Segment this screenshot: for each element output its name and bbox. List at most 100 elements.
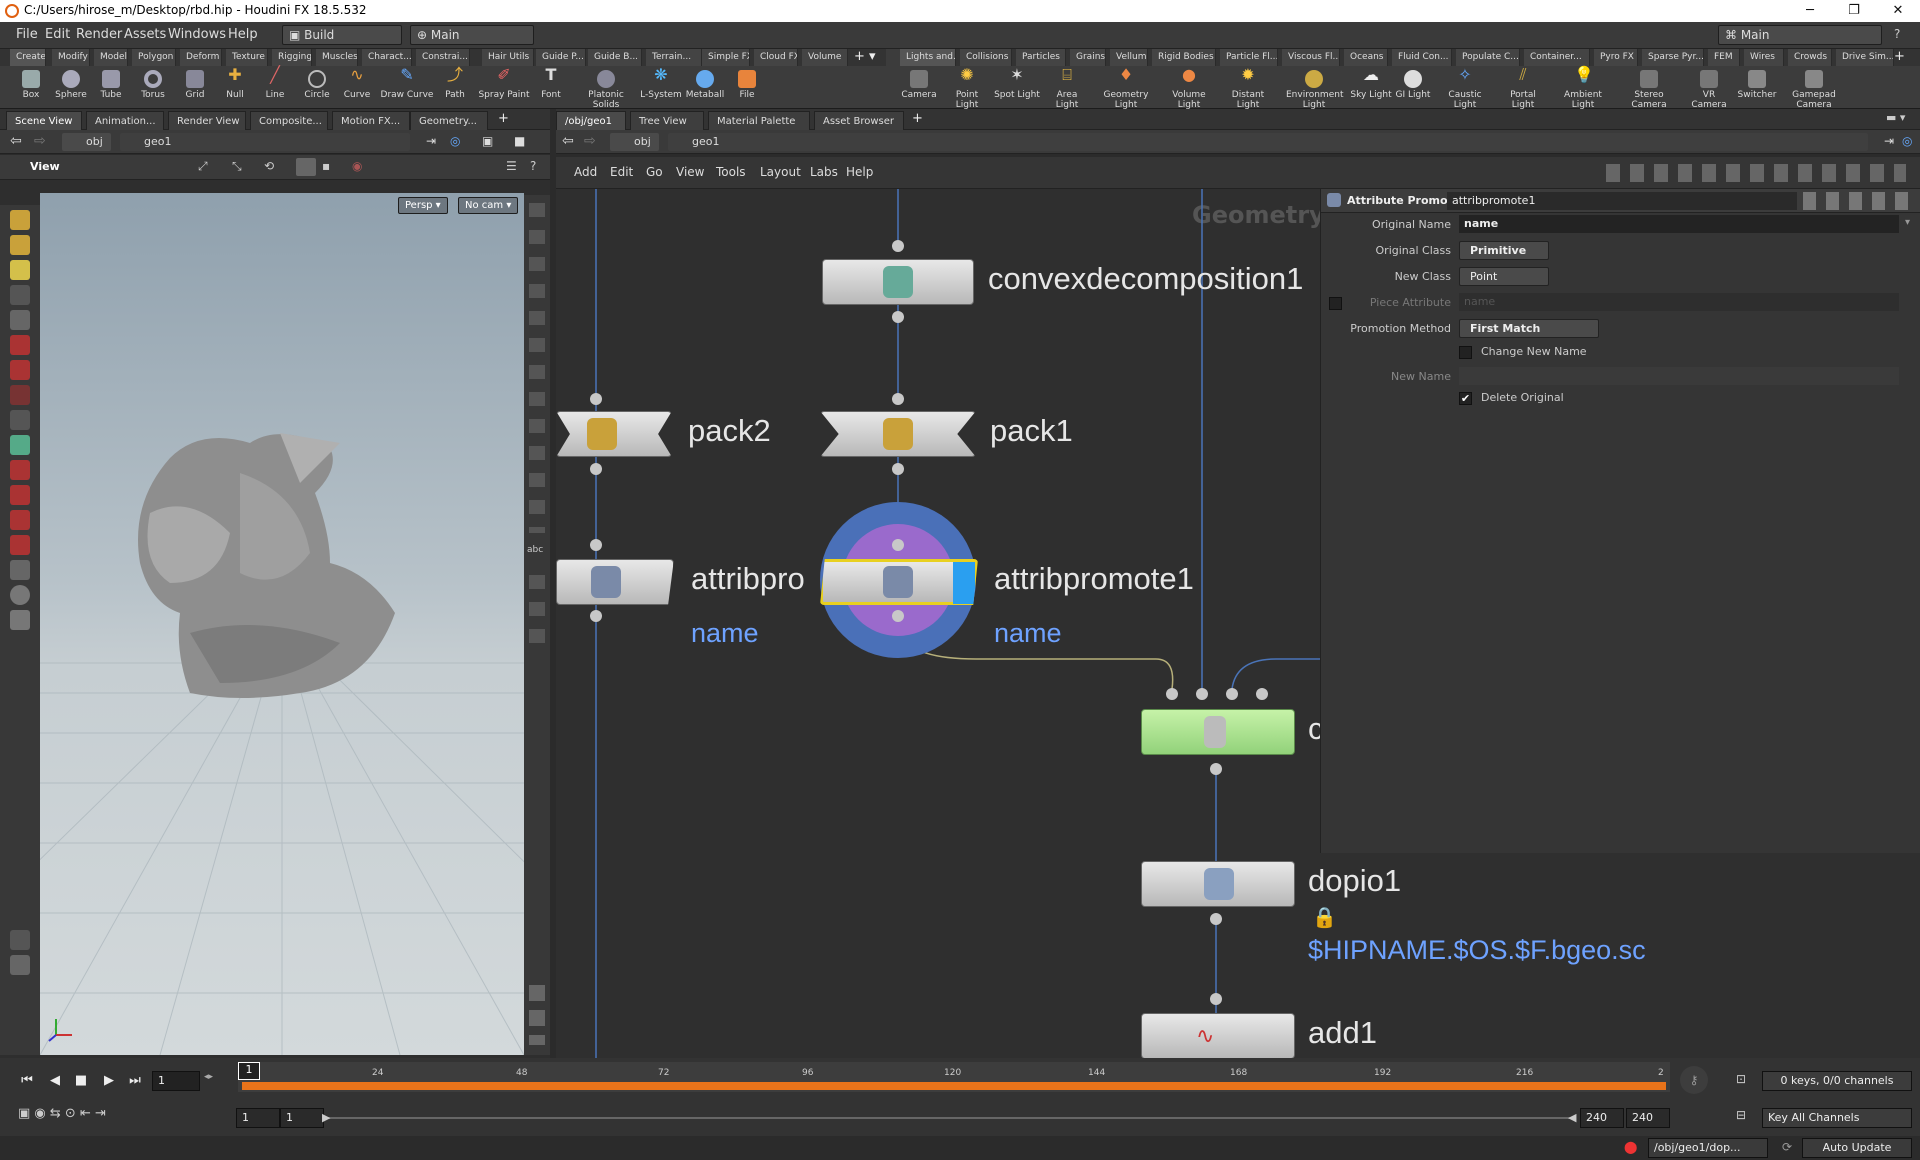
range-handle-right[interactable]: ◀: [1568, 1111, 1576, 1124]
pen-tool-icon[interactable]: [10, 930, 30, 950]
key-icon[interactable]: ⚷: [1680, 1066, 1708, 1094]
shelf-tab[interactable]: Particles: [1016, 49, 1066, 66]
shelf-tab[interactable]: Model: [94, 49, 128, 66]
shelf-tab[interactable]: Texture: [226, 49, 268, 66]
original-class-menu[interactable]: Primitive: [1459, 241, 1549, 260]
tab-asset-browser[interactable]: Asset Browser: [814, 111, 904, 130]
node-dopio1[interactable]: [1141, 861, 1295, 907]
add-shelf-icon[interactable]: +: [1894, 49, 1905, 64]
key-channels-icon[interactable]: ⊟: [1736, 1108, 1746, 1122]
pointer-tool-icon[interactable]: [10, 285, 30, 305]
node-dopnet[interactable]: [1141, 709, 1295, 755]
tool-torus[interactable]: Torus: [130, 68, 176, 108]
record-icon[interactable]: ◉: [352, 159, 362, 173]
menu-help[interactable]: Help: [228, 27, 258, 42]
shelf-tab[interactable]: Pyro FX: [1594, 49, 1638, 66]
shelf-tab[interactable]: Container...: [1524, 49, 1590, 66]
network-toolbar-icons[interactable]: [1606, 164, 1906, 182]
snap-tool-icon[interactable]: [10, 435, 30, 455]
maximize-pane-icon[interactable]: ■: [514, 134, 525, 148]
net-menu-layout[interactable]: Layout: [760, 165, 801, 179]
stop-button[interactable]: ■: [70, 1070, 92, 1092]
brain-tool-icon[interactable]: [10, 955, 30, 975]
gear-tool-icon[interactable]: [10, 560, 30, 580]
channel-icon[interactable]: ⊡: [1736, 1072, 1746, 1086]
person-tool-icon[interactable]: [10, 610, 30, 630]
tool-curve[interactable]: ∿ Curve: [334, 67, 380, 108]
breadcrumb-obj[interactable]: obj: [62, 133, 111, 151]
range-start2-field[interactable]: 1: [280, 1108, 324, 1128]
range-start-field[interactable]: 1: [236, 1108, 280, 1128]
dots-tool-icon[interactable]: [10, 410, 30, 430]
tool-line[interactable]: ╱ Line: [252, 67, 298, 108]
tool-draw-curve[interactable]: ✎ Draw Curve: [380, 67, 434, 108]
shelf-tab[interactable]: Polygon: [132, 49, 176, 66]
menu-render[interactable]: Render: [76, 27, 122, 42]
rotate-icon[interactable]: ⟲: [264, 159, 274, 173]
camera-menu[interactable]: No cam ▾: [458, 197, 519, 214]
select-icon[interactable]: ⤢: [198, 159, 208, 174]
abc-label[interactable]: abc: [527, 545, 543, 555]
range-handle-left[interactable]: ▶: [322, 1111, 330, 1124]
shelf-tab[interactable]: Wires: [1744, 49, 1784, 66]
right-workspace-selector[interactable]: ⌘ Main: [1718, 25, 1882, 45]
pin-icon[interactable]: ⇥: [1884, 134, 1894, 148]
scale-tool-icon[interactable]: [10, 485, 30, 505]
tool-sky-light[interactable]: ☁ Sky Light: [1348, 67, 1394, 108]
tool-geometry-light[interactable]: ♦ Geometry Light: [1100, 67, 1152, 111]
minimize-button[interactable]: ─: [1788, 0, 1832, 22]
select-tool-icon[interactable]: [10, 210, 30, 230]
new-class-menu[interactable]: Point: [1459, 267, 1549, 286]
range-slider[interactable]: [328, 1117, 1574, 1119]
shelf-tab[interactable]: Hair Utils: [482, 49, 534, 66]
status-path[interactable]: /obj/geo1/dop...: [1648, 1138, 1768, 1158]
shelf-tab[interactable]: Populate C...: [1456, 49, 1520, 66]
shelf-tab[interactable]: Cloud FX: [754, 49, 798, 66]
menu-file[interactable]: File: [16, 27, 38, 42]
lasso-tool-icon[interactable]: [10, 510, 30, 530]
shelf-tab[interactable]: Create: [10, 49, 46, 66]
shelf-tab[interactable]: Collisions: [960, 49, 1012, 66]
move-tool-icon[interactable]: [10, 235, 30, 255]
close-button[interactable]: ✕: [1876, 0, 1920, 22]
go-end-button[interactable]: ⏭: [124, 1070, 146, 1092]
pane-menu-icon[interactable]: ▬ ▾: [1886, 111, 1905, 124]
tab-render-view[interactable]: Render View: [168, 111, 246, 130]
add-tab-icon[interactable]: +: [912, 111, 923, 126]
shelf-tab[interactable]: Fluid Con...: [1392, 49, 1452, 66]
tool-spray-paint[interactable]: ✐ Spray Paint: [476, 67, 532, 108]
tool-path[interactable]: ⤴ Path: [432, 67, 478, 108]
shelf-tab[interactable]: Constrai...: [416, 49, 470, 66]
shelf-tab[interactable]: Grains: [1070, 49, 1106, 66]
go-start-button[interactable]: ⏮: [16, 1070, 38, 1092]
magnet2-tool-icon[interactable]: [10, 535, 30, 555]
refresh-icon[interactable]: ⟳: [1782, 1140, 1792, 1154]
back-icon[interactable]: ⇦: [562, 133, 574, 149]
breadcrumb-obj[interactable]: obj: [610, 133, 659, 151]
net-menu-help[interactable]: Help: [846, 165, 873, 179]
pin-icon[interactable]: ⇥: [426, 134, 436, 148]
shelf-tab[interactable]: Rigid Bodies: [1152, 49, 1216, 66]
tool-font[interactable]: T Font: [528, 67, 574, 108]
transform-icon[interactable]: ⤡: [232, 159, 242, 174]
shelf-tab[interactable]: Lights and...: [900, 49, 956, 66]
shelf-tab[interactable]: Volume: [802, 49, 848, 66]
tool-ambient-light[interactable]: 💡 Ambient Light: [1554, 67, 1612, 111]
shelf-tab[interactable]: Oceans: [1344, 49, 1388, 66]
param-header-icons[interactable]: [1803, 192, 1915, 210]
pose-tool-icon[interactable]: [10, 360, 30, 380]
shelf-tab[interactable]: Muscles: [316, 49, 358, 66]
shelf-tab[interactable]: Terrain...: [646, 49, 702, 66]
menu-edit[interactable]: Edit: [45, 27, 70, 42]
viewer-options-icon[interactable]: ☰: [506, 159, 517, 173]
timeline-track[interactable]: 1 24 48 72 96 120 144 168 192 216 2: [238, 1062, 1670, 1092]
tab-material-palette[interactable]: Material Palette: [708, 111, 810, 130]
viewport-3d[interactable]: Persp ▾ No cam ▾: [40, 193, 524, 1055]
promotion-method-menu[interactable]: First Match: [1459, 319, 1599, 338]
shelf-tab[interactable]: Charact...: [362, 49, 412, 66]
net-menu-tools[interactable]: Tools: [716, 165, 746, 179]
tool-metaball[interactable]: Metaball: [682, 68, 728, 108]
node-name-field[interactable]: attribpromote1: [1447, 192, 1797, 210]
tab-geometry[interactable]: Geometry...: [410, 111, 488, 130]
help-icon[interactable]: ?: [1894, 27, 1900, 41]
